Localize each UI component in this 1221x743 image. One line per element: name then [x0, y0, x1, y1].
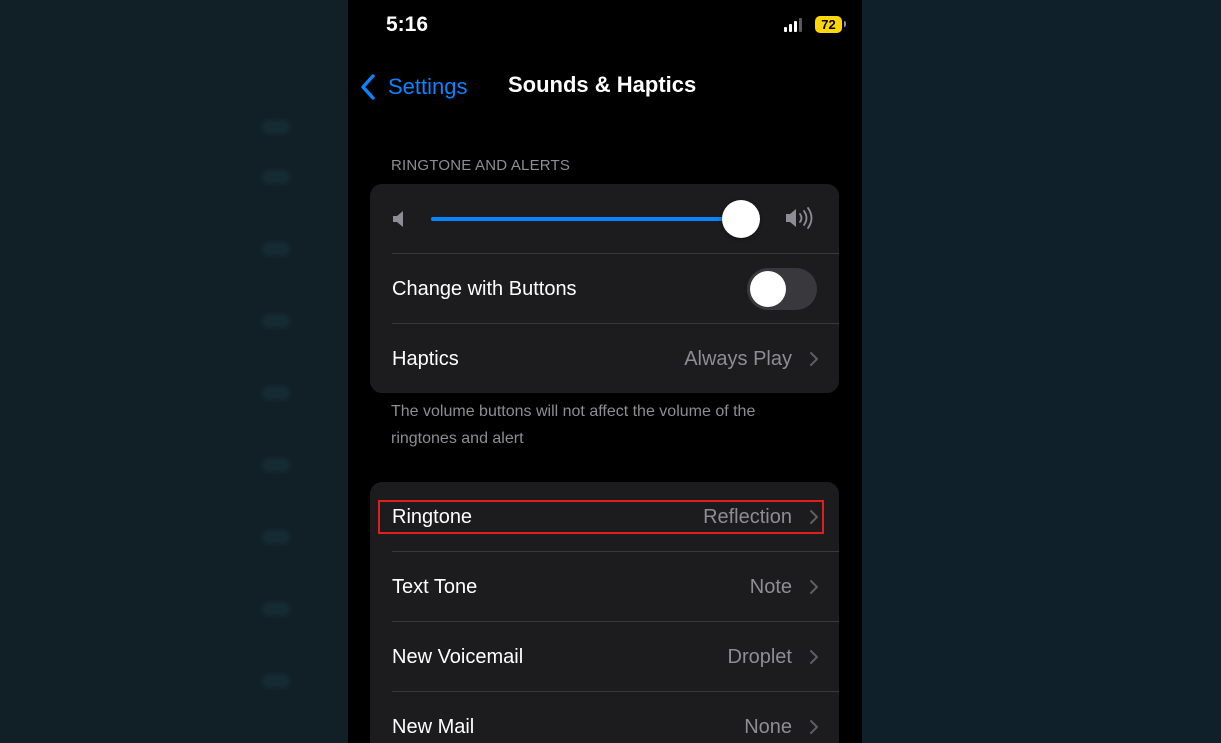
toggle-knob	[750, 271, 786, 307]
background-item	[0, 104, 300, 154]
section-header: RINGTONE AND ALERTS	[391, 157, 571, 174]
speaker-high-icon	[786, 207, 813, 229]
text-tone-row[interactable]: Text Tone Note	[370, 552, 839, 622]
haptics-value: Always Play	[684, 348, 792, 370]
background-item	[0, 370, 300, 420]
chevron-left-icon	[361, 74, 375, 100]
page-title: Sounds & Haptics	[508, 72, 697, 97]
background-chat-list	[0, 0, 347, 743]
volume-slider-thumb[interactable]	[721, 200, 760, 238]
background-right-panel	[862, 0, 1221, 743]
text-tone-value: Note	[749, 576, 792, 598]
battery-icon: 72	[815, 16, 842, 33]
background-item	[0, 514, 300, 564]
background-item	[0, 586, 300, 636]
chevron-right-icon	[810, 510, 818, 524]
cellular-signal-icon	[784, 17, 804, 32]
ringtone-value: Reflection	[703, 506, 792, 528]
speaker-low-icon	[393, 211, 403, 227]
background-item	[0, 226, 300, 276]
phone-screen: 5:16 72 Settings Sounds & Haptics RINGTO…	[348, 0, 862, 743]
battery-level: 72	[821, 17, 836, 32]
volume-slider[interactable]	[431, 217, 746, 221]
sounds-group: Ringtone Reflection Text Tone Note New V…	[370, 482, 839, 743]
change-with-buttons-toggle[interactable]	[747, 268, 817, 310]
background-item	[0, 298, 300, 348]
background-item	[0, 154, 300, 204]
chevron-right-icon	[810, 650, 818, 664]
ringtone-alerts-group: Change with Buttons Haptics Always Play	[370, 184, 839, 393]
new-mail-row[interactable]: New Mail None	[370, 692, 839, 743]
ringtone-row[interactable]: Ringtone Reflection	[370, 482, 839, 552]
back-label: Settings	[388, 74, 468, 99]
volume-slider-fill	[431, 217, 743, 221]
new-voicemail-value: Droplet	[727, 646, 792, 668]
volume-row	[370, 184, 839, 254]
new-mail-label: New Mail	[392, 716, 475, 738]
back-button[interactable]: Settings	[358, 71, 468, 103]
chevron-right-icon	[810, 720, 818, 734]
haptics-row[interactable]: Haptics Always Play	[370, 324, 839, 393]
chevron-right-icon	[810, 580, 818, 594]
text-tone-label: Text Tone	[392, 576, 478, 598]
new-mail-value: None	[744, 716, 792, 738]
change-with-buttons-row: Change with Buttons	[370, 254, 839, 324]
battery-cap	[844, 21, 846, 27]
new-voicemail-row[interactable]: New Voicemail Droplet	[370, 622, 839, 692]
section-footer-note: The volume buttons will not affect the v…	[391, 403, 756, 447]
ringtone-label: Ringtone	[392, 506, 473, 528]
background-item	[0, 658, 300, 708]
chevron-right-icon	[810, 352, 818, 366]
new-voicemail-label: New Voicemail	[392, 646, 524, 668]
haptics-label: Haptics	[392, 348, 459, 370]
background-item	[0, 442, 300, 492]
status-time: 5:16	[386, 13, 429, 36]
change-with-buttons-label: Change with Buttons	[392, 278, 577, 300]
